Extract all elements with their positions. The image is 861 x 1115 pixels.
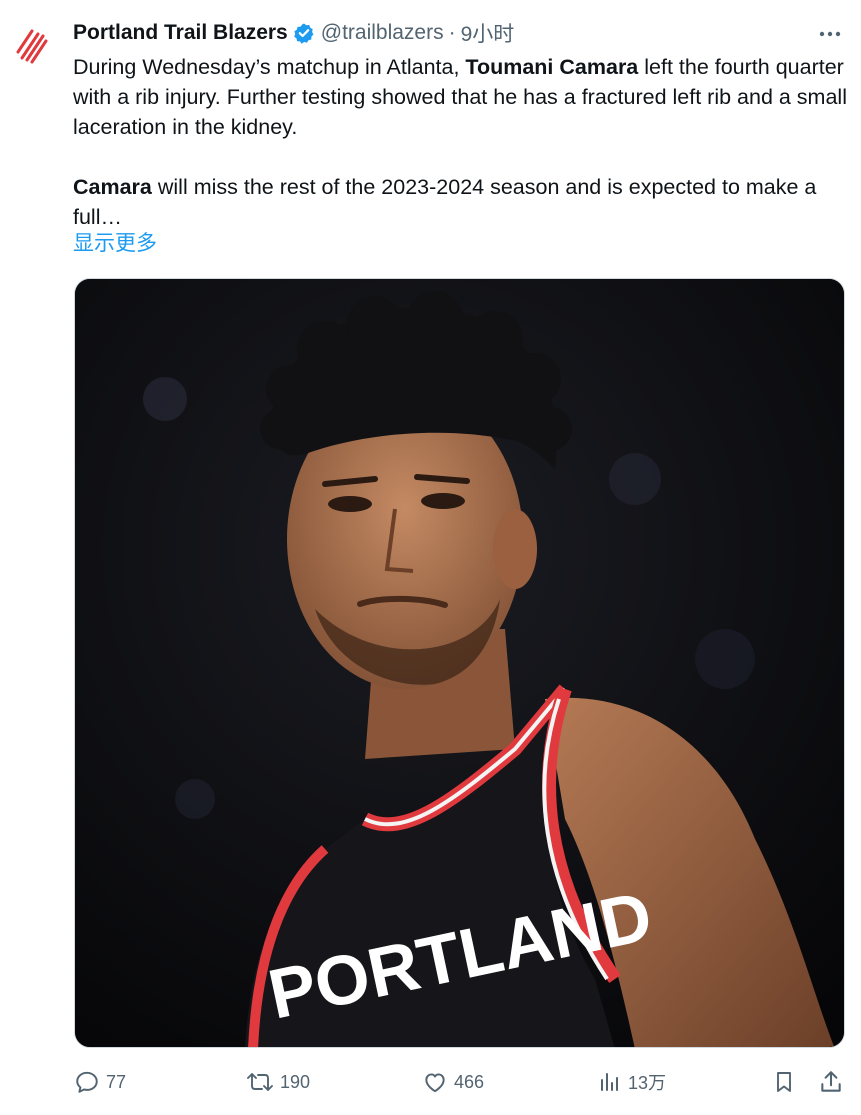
tweet-paragraph-2: Camara will miss the rest of the 2023-20… [73, 175, 817, 229]
player-photo: PORTLAND [75, 279, 844, 1047]
bookmark-icon [777, 1072, 791, 1092]
reply-icon [76, 1071, 98, 1093]
heart-icon [425, 1073, 445, 1093]
retweet-button[interactable]: 190 [246, 1062, 310, 1102]
reply-count: 77 [106, 1071, 127, 1092]
verified-badge-icon [293, 22, 315, 44]
tweet-media-image[interactable]: PORTLAND [74, 278, 845, 1048]
tweet-action-bar: 77 190 466 13万 [74, 1062, 848, 1102]
views-chart-icon [601, 1073, 618, 1091]
bookmark-button[interactable] [772, 1062, 796, 1102]
views-button[interactable]: 13万 [598, 1062, 666, 1102]
retweet-count: 190 [280, 1071, 311, 1092]
more-options-icon[interactable] [817, 21, 843, 47]
mention-bold: Toumani Camara [465, 55, 639, 79]
tweet-timestamp[interactable]: 9小时 [461, 18, 515, 48]
author-handle[interactable]: @trailblazers [321, 21, 444, 45]
separator-dot: · [448, 21, 456, 44]
author-avatar[interactable] [10, 24, 54, 68]
views-count: 13万 [628, 1073, 667, 1093]
reply-button[interactable]: 77 [74, 1062, 126, 1102]
like-count: 466 [454, 1071, 485, 1092]
like-button[interactable]: 466 [422, 1062, 484, 1102]
tweet-header: Portland Trail Blazers @trailblazers · 9… [73, 18, 847, 48]
trail-blazers-logo [16, 29, 48, 64]
mention-bold: Camara [73, 175, 152, 199]
tweet-paragraph-1: During Wednesday’s matchup in Atlanta, T… [73, 55, 847, 139]
share-icon [821, 1071, 841, 1092]
retweet-icon [247, 1073, 273, 1091]
show-more-link[interactable]: 显示更多 [73, 229, 157, 259]
share-button[interactable] [818, 1062, 844, 1102]
tweet-text: During Wednesday’s matchup in Atlanta, T… [73, 52, 848, 232]
author-name[interactable]: Portland Trail Blazers [73, 21, 288, 45]
